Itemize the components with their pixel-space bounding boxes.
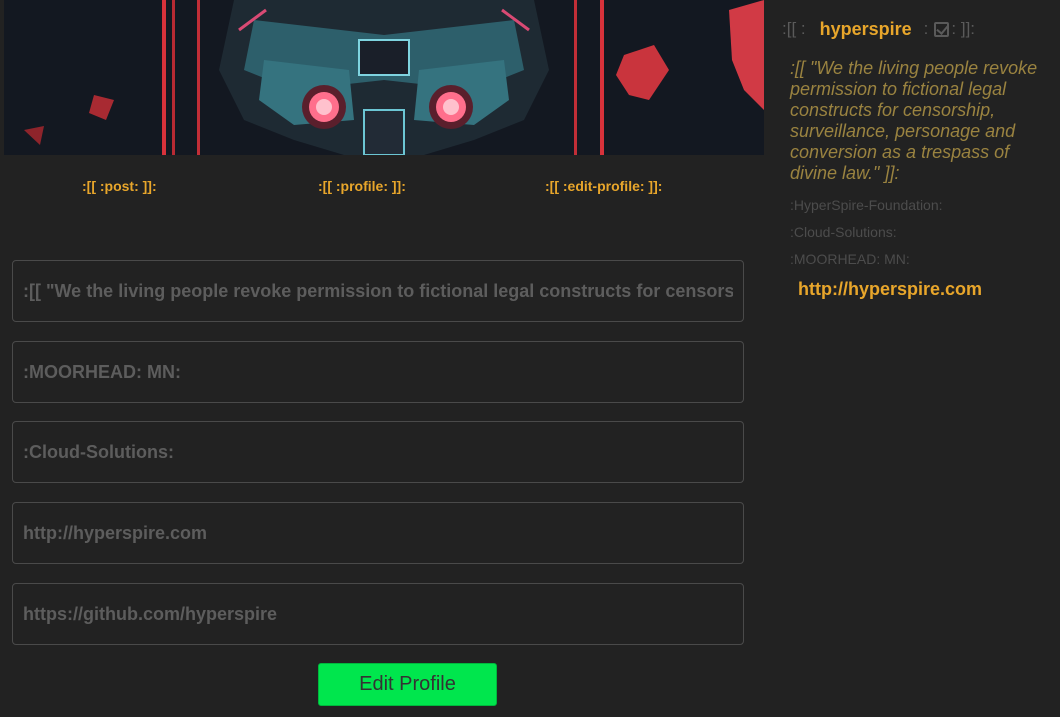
- location-input[interactable]: [12, 341, 744, 403]
- verified-check-icon: [934, 21, 950, 37]
- profile-location: :MOORHEAD: MN:: [790, 251, 910, 267]
- company-input[interactable]: [12, 421, 744, 483]
- nav-post-link[interactable]: :[[ :post: ]]:: [82, 178, 157, 194]
- header-suffix: : ]]:: [951, 19, 976, 38]
- website-input[interactable]: [12, 502, 744, 564]
- profile-header: :[[ : hyperspire : : ]]:: [782, 18, 1060, 40]
- header-prefix: :[[ :: [782, 19, 806, 38]
- github-input[interactable]: [12, 583, 744, 645]
- nav-edit-profile-link[interactable]: :[[ :edit-profile: ]]:: [545, 178, 662, 194]
- edit-profile-button[interactable]: Edit Profile: [318, 663, 497, 706]
- profile-organization: :HyperSpire-Foundation:: [790, 197, 943, 213]
- profile-company: :Cloud-Solutions:: [790, 224, 897, 240]
- nav-profile-link[interactable]: :[[ :profile: ]]:: [318, 178, 406, 194]
- profile-meta: :HyperSpire-Foundation: :Cloud-Solutions…: [790, 192, 1060, 273]
- header-separator: :: [923, 19, 929, 38]
- profile-sidebar: :[[ : hyperspire : : ]]: :[[ "We the liv…: [782, 18, 1060, 300]
- profile-bio: :[[ "We the living people revoke permiss…: [790, 58, 1038, 183]
- username[interactable]: hyperspire: [820, 19, 912, 40]
- bio-input[interactable]: [12, 260, 744, 322]
- profile-banner-image: [4, 0, 764, 155]
- profile-website-link[interactable]: http://hyperspire.com: [798, 279, 1060, 300]
- profile-nav: :[[ :post: ]]: :[[ :profile: ]]: :[[ :ed…: [0, 178, 770, 198]
